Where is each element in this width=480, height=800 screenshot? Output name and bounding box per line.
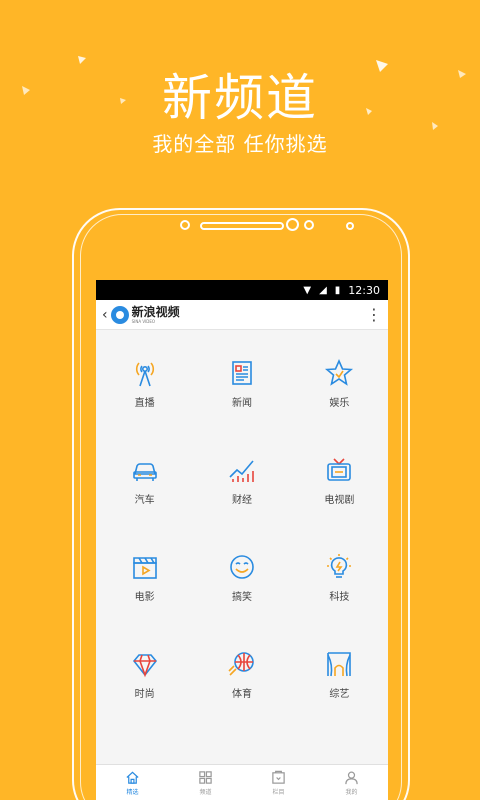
- tab-label: 精选: [126, 788, 139, 796]
- channel-label: 时尚: [134, 689, 155, 700]
- channel-sports[interactable]: 体育: [193, 627, 290, 724]
- channel-label: 娱乐: [329, 398, 350, 409]
- app-logo-subtitle: SINA VIDEO: [131, 318, 155, 324]
- battery-icon: ▮: [334, 284, 341, 296]
- tab-label: 我的: [345, 788, 358, 796]
- phone-camera: [286, 218, 299, 231]
- channel-label: 汽车: [134, 495, 155, 506]
- lightbulb-icon: [327, 554, 352, 578]
- channel-auto[interactable]: 汽车: [96, 433, 193, 530]
- status-time: 12:30: [348, 283, 380, 297]
- home-icon: [126, 771, 139, 784]
- sparkles-decoration: [22, 56, 466, 130]
- sina-video-logo-icon: [110, 305, 129, 324]
- tab-featured[interactable]: 精选: [125, 770, 140, 796]
- app-logo-title: 新浪视频: [131, 304, 180, 319]
- channel-tv-series[interactable]: 电视剧: [291, 433, 388, 530]
- stage-icon: [327, 652, 352, 677]
- tab-mine[interactable]: 我的: [344, 770, 359, 796]
- star-icon: [325, 359, 354, 386]
- tab-channels[interactable]: 频道: [198, 770, 213, 796]
- channel-label: 直播: [134, 398, 155, 409]
- diamond-icon: [132, 654, 157, 678]
- channel-label: 搞笑: [231, 592, 252, 603]
- tab-label: 栏目: [272, 788, 285, 796]
- wifi-icon: ▼: [303, 284, 312, 296]
- tab-label: 频道: [199, 788, 212, 796]
- channel-label: 电视剧: [324, 495, 355, 506]
- channel-funny[interactable]: 搞笑: [193, 530, 290, 627]
- channel-fashion[interactable]: 时尚: [96, 627, 193, 724]
- channel-news[interactable]: 新闻: [193, 336, 290, 433]
- app-logo: 新浪视频 SINA VIDEO: [132, 306, 180, 324]
- channel-movie[interactable]: 电影: [96, 530, 193, 627]
- channel-label: 财经: [231, 495, 252, 506]
- phone-sensor-3: [346, 222, 354, 230]
- chevron-left-icon[interactable]: ‹: [102, 307, 108, 323]
- smiley-icon: [230, 555, 254, 579]
- column-icon: [272, 770, 285, 784]
- channel-variety[interactable]: 综艺: [291, 627, 388, 724]
- channel-label: 新闻: [231, 398, 252, 409]
- channel-label: 体育: [231, 689, 252, 700]
- user-icon: [345, 771, 358, 784]
- signal-icon: ◢: [319, 284, 327, 296]
- ball-icon: [228, 652, 254, 676]
- tab-columns[interactable]: 栏目: [271, 770, 286, 796]
- phone-speaker: [200, 222, 284, 230]
- channel-live[interactable]: 直播: [96, 336, 193, 433]
- phone-sensor-2: [304, 220, 314, 230]
- bottom-tab-bar: 精选 频道 栏目 我的: [96, 764, 388, 800]
- status-bar: ▼ ◢ ▮ 12:30: [96, 280, 388, 300]
- channel-label: 综艺: [329, 689, 350, 700]
- channel-grid: 直播 新闻 娱乐 汽车 财经 电视剧 电影 搞笑 科技 时尚 体育 综艺: [96, 330, 388, 724]
- phone-sensor: [180, 220, 190, 230]
- channel-tech[interactable]: 科技: [291, 530, 388, 627]
- clapperboard-icon: [132, 557, 157, 579]
- newspaper-icon: [232, 361, 252, 385]
- phone-screen: ▼ ◢ ▮ 12:30 ‹ 新浪视频 SINA VIDEO ⋮ 直播 新闻 娱乐…: [96, 280, 388, 800]
- channel-entertainment[interactable]: 娱乐: [291, 336, 388, 433]
- app-bar: ‹ 新浪视频 SINA VIDEO ⋮: [96, 300, 388, 330]
- channel-label: 电影: [134, 592, 155, 603]
- stock-chart-icon: [229, 460, 254, 482]
- channel-finance[interactable]: 财经: [193, 433, 290, 530]
- tv-icon: [327, 458, 352, 481]
- channel-label: 科技: [329, 592, 350, 603]
- antenna-icon: [135, 362, 154, 387]
- car-icon: [132, 463, 157, 481]
- more-vertical-icon[interactable]: ⋮: [366, 306, 382, 323]
- grid-icon: [199, 770, 212, 784]
